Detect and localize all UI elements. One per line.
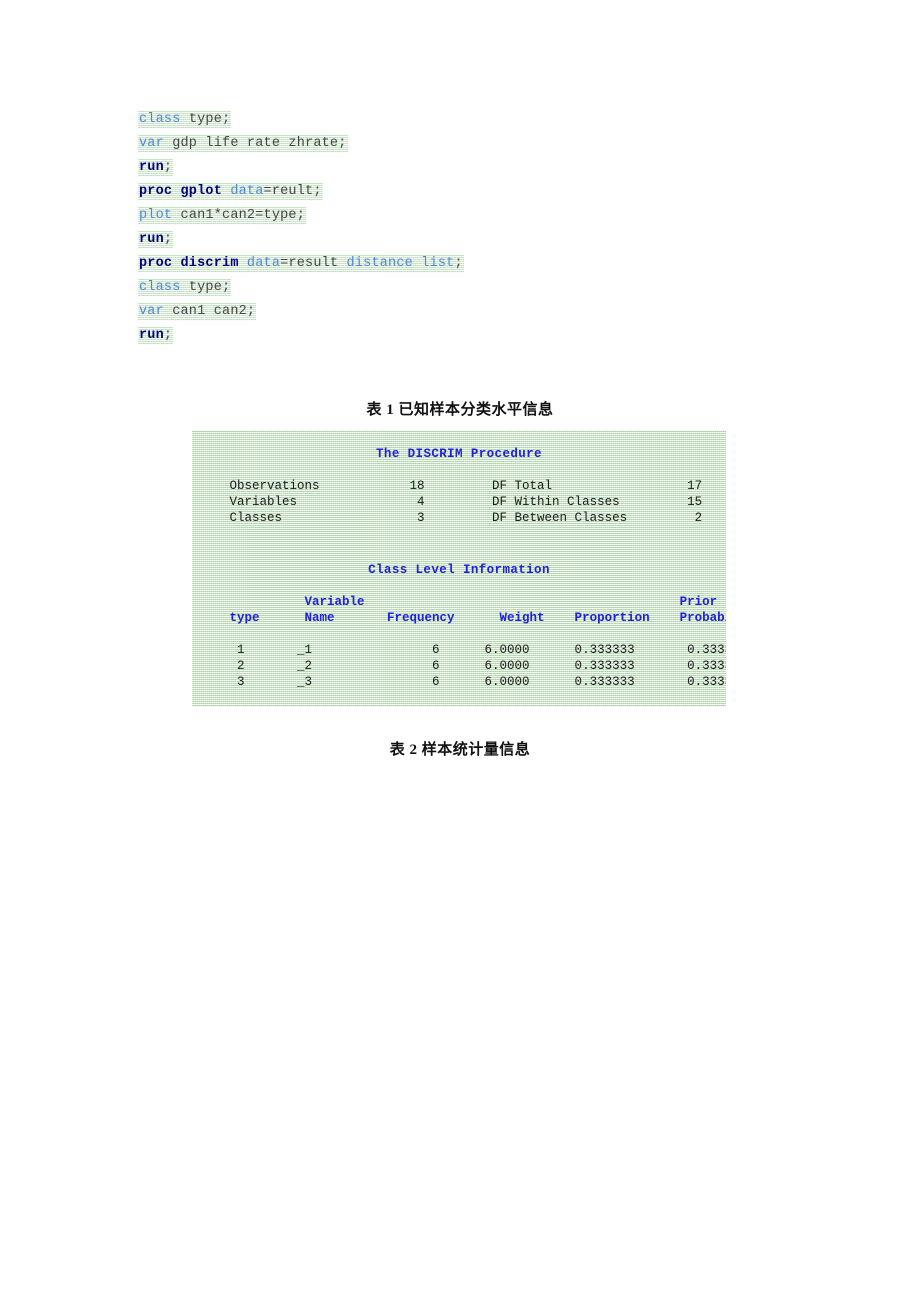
table-2-caption: 表 2 样本统计量信息 (389, 742, 531, 758)
code-option: list (412, 256, 455, 271)
code-text: ; (163, 232, 173, 247)
document-page: class type; var gdp life rate zhrate; ru… (0, 0, 920, 1302)
code-option: data (238, 256, 281, 271)
table-row: 1 _1 6 6.0000 0.333333 0.333333 (192, 643, 726, 657)
code-keyword: var (139, 304, 164, 319)
code-keyword: var (139, 136, 164, 151)
code-keyword: class (139, 112, 181, 127)
code-text: can1 can2; (163, 304, 256, 319)
sas-output-panel: The DISCRIM Procedure Observations 18 DF… (192, 430, 726, 707)
class-level-information-title: Class Level Information (368, 563, 550, 577)
summary-row: Observations 18 DF Total 17 (192, 479, 703, 493)
code-line: var can1 can2; (138, 300, 738, 324)
code-line: proc discrim data=result distance list; (138, 252, 738, 276)
code-line: class type; (138, 108, 738, 132)
code-text: =result (280, 256, 339, 271)
code-line: class type; (138, 276, 738, 300)
code-keyword: plot (139, 208, 173, 223)
code-text: gdp life rate zhrate; (163, 136, 347, 151)
code-line: run; (138, 324, 738, 348)
summary-row: Variables 4 DF Within Classes 15 (192, 495, 703, 509)
code-keyword: proc gplot (139, 184, 223, 199)
table-1-caption: 表 1 已知样本分类水平信息 (366, 402, 554, 418)
code-line: var gdp life rate zhrate; (138, 132, 738, 156)
code-text: type; (180, 280, 231, 295)
code-option: distance (338, 256, 413, 271)
code-text: =reult; (263, 184, 322, 199)
code-text: can1*can2=type; (172, 208, 306, 223)
code-line: proc gplot data=reult; (138, 180, 738, 204)
code-line: run; (138, 156, 738, 180)
code-text: ; (163, 328, 173, 343)
class-level-header: Variable Prior (192, 595, 718, 609)
discrim-procedure-title: The DISCRIM Procedure (376, 447, 542, 461)
table-row: 3 _3 6 6.0000 0.333333 0.333333 (192, 675, 726, 689)
code-text: ; (454, 256, 463, 271)
code-text: ; (163, 160, 173, 175)
code-keyword: run (139, 328, 164, 343)
code-keyword: proc discrim (139, 256, 239, 271)
table-row: 2 _2 6 6.0000 0.333333 0.333333 (192, 659, 726, 673)
summary-row: Classes 3 DF Between Classes 2 (192, 511, 703, 525)
code-line: plot can1*can2=type; (138, 204, 738, 228)
class-level-header: type Name Frequency Weight Proportion Pr… (192, 611, 727, 625)
code-keyword: run (139, 160, 164, 175)
code-line: run; (138, 228, 738, 252)
code-option: data (222, 184, 264, 199)
code-keyword: run (139, 232, 164, 247)
sas-code-block: class type; var gdp life rate zhrate; ru… (138, 108, 738, 348)
code-text: type; (180, 112, 231, 127)
code-keyword: class (139, 280, 181, 295)
